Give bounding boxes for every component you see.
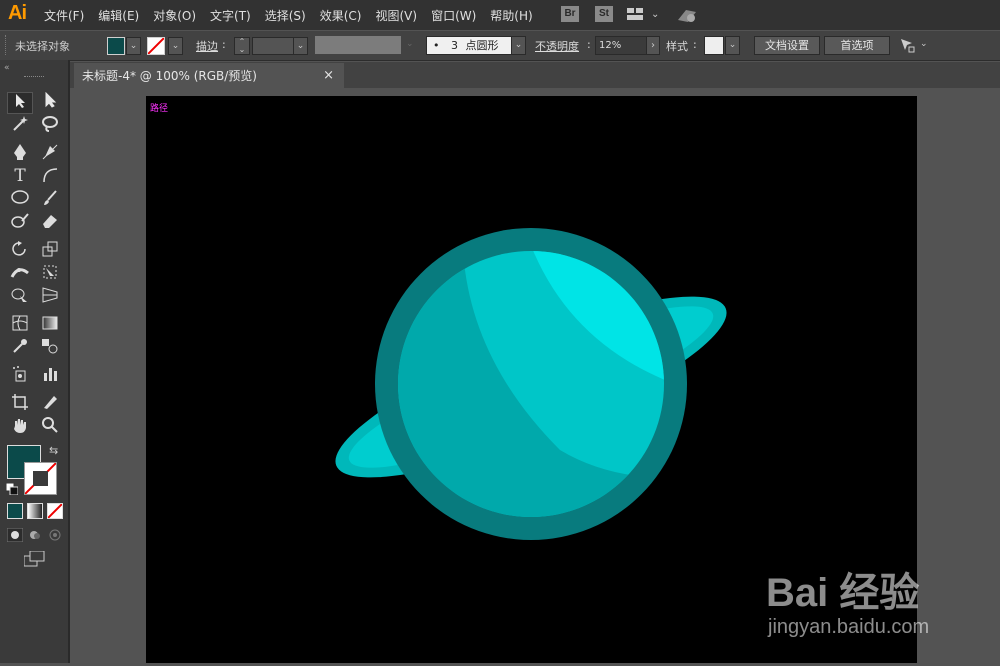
swap-colors-icon[interactable]: ⇆	[49, 444, 58, 457]
none-mode-icon[interactable]	[47, 503, 63, 519]
selection-tool-icon[interactable]	[7, 92, 33, 114]
document-setup-button[interactable]: 文档设置	[754, 36, 820, 55]
eyedropper-tool-icon[interactable]	[8, 337, 32, 357]
document-tab[interactable]: 未标题-4* @ 100% (RGB/预览) ×	[74, 63, 344, 88]
menu-edit[interactable]: 编辑(E)	[98, 7, 139, 24]
brush-name: 点圆形	[465, 39, 499, 52]
column-graph-tool-icon[interactable]	[38, 365, 62, 385]
default-colors-icon[interactable]	[5, 482, 19, 496]
preferences-button[interactable]: 首选项	[824, 36, 890, 55]
brush-dropdown[interactable]: ⌄	[511, 36, 526, 55]
stock-button[interactable]: St	[595, 6, 613, 22]
width-tool-icon[interactable]	[8, 263, 32, 283]
menu-bar: Ai 文件(F) 编辑(E) 对象(O) 文字(T) 选择(S) 效果(C) 视…	[0, 0, 1000, 30]
brush-size: 3	[451, 39, 458, 52]
gradient-mode-icon[interactable]	[27, 503, 43, 519]
close-tab-icon[interactable]: ×	[323, 63, 334, 89]
menu-file[interactable]: 文件(F)	[44, 7, 84, 24]
menu-help[interactable]: 帮助(H)	[490, 7, 532, 24]
style-colon: :	[693, 38, 697, 51]
pen-tool-icon[interactable]	[8, 143, 32, 163]
curvature-tool-icon[interactable]	[38, 143, 62, 163]
opacity-input[interactable]: 12%	[595, 36, 648, 55]
variable-width-profile[interactable]	[315, 36, 401, 54]
menu-effect[interactable]: 效果(C)	[320, 7, 362, 24]
shape-builder-tool-icon[interactable]	[8, 286, 32, 306]
type-tool-icon[interactable]: T	[8, 166, 32, 186]
artboard-tool-icon[interactable]	[8, 393, 32, 413]
free-transform-tool-icon[interactable]	[38, 263, 62, 283]
draw-normal-icon[interactable]	[6, 527, 24, 543]
draw-inside-icon[interactable]	[47, 528, 63, 542]
tools-panel: « T ⇆	[0, 60, 70, 663]
opacity-colon: :	[587, 38, 591, 51]
symbol-sprayer-tool-icon[interactable]	[8, 365, 32, 385]
paintbrush-tool-icon[interactable]	[38, 189, 62, 209]
draw-behind-icon[interactable]	[27, 528, 43, 542]
fill-swatch[interactable]	[107, 37, 125, 55]
menu-view[interactable]: 视图(V)	[375, 7, 417, 24]
style-dropdown[interactable]: ⌄	[725, 36, 740, 55]
stroke-color-box[interactable]	[24, 462, 57, 495]
baidu-watermark-url: jingyan.baidu.com	[768, 616, 930, 638]
menu-type[interactable]: 文字(T)	[210, 7, 251, 24]
blob-brush-tool-icon[interactable]	[8, 212, 32, 232]
color-mode-icon[interactable]	[7, 503, 23, 519]
eraser-tool-icon[interactable]	[38, 212, 62, 232]
blend-tool-icon[interactable]	[38, 337, 62, 357]
panel-grip	[24, 76, 44, 79]
stroke-weight-stepper[interactable]: ⌃ ⌄	[234, 37, 250, 55]
stroke-colon: :	[222, 38, 226, 51]
arrange-pointer-icon[interactable]	[898, 36, 916, 54]
menu-select[interactable]: 选择(S)	[265, 7, 306, 24]
stroke-label[interactable]: 描边	[196, 38, 218, 54]
opacity-label[interactable]: 不透明度	[535, 38, 579, 54]
fill-dropdown[interactable]: ⌄	[126, 37, 141, 55]
workspace-layout-icon[interactable]	[627, 8, 643, 20]
no-stroke-icon	[147, 37, 165, 55]
path-hover-label: 路径	[150, 104, 169, 114]
bridge-button[interactable]: Br	[561, 6, 579, 22]
zoom-tool-icon[interactable]	[38, 416, 62, 436]
stroke-swatch[interactable]	[147, 37, 165, 55]
scale-tool-icon[interactable]	[38, 240, 62, 260]
collapse-panel-icon[interactable]: «	[4, 63, 10, 73]
stroke-weight-input[interactable]	[252, 37, 294, 55]
stroke-weight-dropdown[interactable]: ⌄	[293, 37, 308, 55]
main-menu: 文件(F) 编辑(E) 对象(O) 文字(T) 选择(S) 效果(C) 视图(V…	[44, 7, 547, 24]
screen-mode-icon[interactable]	[23, 550, 46, 567]
menu-object[interactable]: 对象(O)	[153, 7, 196, 24]
chevron-down-icon[interactable]: ⌄	[651, 9, 659, 20]
brush-dot-icon: •	[433, 39, 440, 52]
magic-wand-tool-icon[interactable]	[8, 115, 32, 135]
gpu-performance-icon[interactable]	[676, 6, 698, 24]
panel-grip	[5, 35, 10, 55]
slice-tool-icon[interactable]	[38, 393, 62, 413]
perspective-grid-tool-icon[interactable]	[38, 286, 62, 306]
document-tab-bar: 未标题-4* @ 100% (RGB/预览) ×	[70, 62, 1000, 88]
style-label: 样式	[666, 40, 688, 53]
stroke-dropdown[interactable]: ⌄	[168, 37, 183, 55]
document-tab-title: 未标题-4* @ 100% (RGB/预览)	[82, 69, 257, 83]
direct-selection-tool-icon[interactable]	[38, 91, 62, 112]
opacity-arrow-icon[interactable]: ›	[646, 36, 660, 55]
gradient-tool-icon[interactable]	[38, 314, 62, 334]
ellipse-tool-icon[interactable]	[8, 189, 32, 209]
control-chevron-icon[interactable]: ⌄	[920, 39, 928, 49]
menu-window[interactable]: 窗口(W)	[431, 7, 476, 24]
baidu-watermark-logo: Bai 经验	[766, 571, 920, 615]
arc-tool-icon[interactable]	[38, 166, 62, 186]
control-bar: 未选择对象 ⌄ ⌄ 描边 : ⌃ ⌄ ⌄ ⌄ • 3 点圆形 ⌄ 不透明度 : 1…	[0, 31, 1000, 61]
graphic-style-swatch[interactable]	[704, 36, 724, 55]
profile-chevron-icon: ⌄	[406, 39, 414, 49]
mesh-tool-icon[interactable]	[8, 314, 32, 334]
no-stroke-icon	[24, 462, 57, 495]
brush-definition[interactable]: • 3 点圆形	[426, 36, 512, 55]
selection-status: 未选择对象	[15, 40, 70, 53]
hand-tool-icon[interactable]	[8, 416, 32, 436]
app-logo: Ai	[8, 2, 27, 24]
rotate-tool-icon[interactable]	[8, 240, 32, 260]
lasso-tool-icon[interactable]	[38, 115, 62, 135]
